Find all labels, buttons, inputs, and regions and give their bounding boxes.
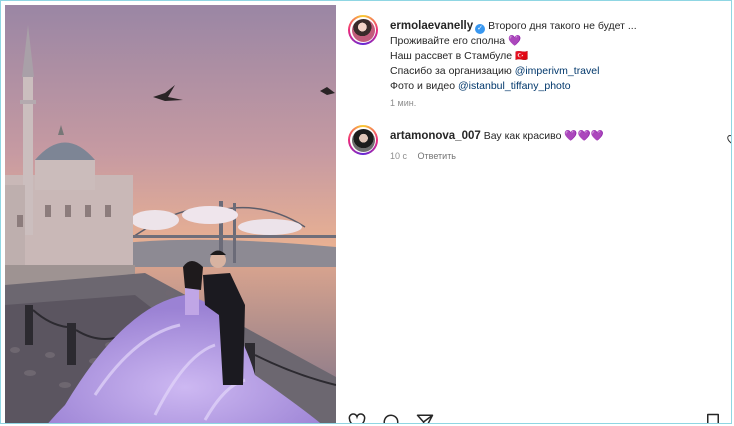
- instagram-post-modal: ermolaevanelly ✓ Второго дня такого не буд…: [0, 0, 732, 424]
- verified-badge-icon: ✓: [475, 24, 486, 34]
- caption-line-2: Проживайте его сполна 💜: [390, 35, 522, 47]
- author-username[interactable]: ermolaevanelly: [390, 20, 473, 32]
- comment-text: Вау как красиво 💜💜💜: [483, 130, 604, 142]
- author-avatar[interactable]: [348, 15, 378, 45]
- comment-like-heart-icon[interactable]: [727, 135, 732, 145]
- post-timestamp[interactable]: 1 мин.: [390, 96, 720, 111]
- commenter-avatar[interactable]: [348, 125, 378, 155]
- comment-timestamp: 10 с: [390, 151, 408, 161]
- heart-outline-icon[interactable]: [348, 413, 366, 424]
- caption-line-4: Спасибо за организацию: [390, 65, 512, 77]
- post-side-panel: ermolaevanelly ✓ Второго дня такого не буд…: [336, 1, 731, 423]
- comment-meta: 10 с Ответить: [390, 151, 456, 161]
- post-caption: ermolaevanelly ✓ Второго дня такого не буд…: [390, 19, 720, 111]
- share-icon[interactable]: [416, 413, 434, 424]
- caption-line-5: Фото и видео: [390, 80, 456, 92]
- caption-line-1: Второго дня такого не будет ...: [488, 20, 637, 32]
- reply-button[interactable]: Ответить: [418, 151, 456, 161]
- post-photo[interactable]: [5, 5, 336, 423]
- mention-link-istanbul-tiffany[interactable]: @istanbul_tiffany_photo: [458, 80, 571, 92]
- bookmark-icon[interactable]: [704, 413, 722, 424]
- commenter-username[interactable]: artamonova_007: [390, 130, 481, 142]
- post-action-bar: [348, 413, 728, 424]
- mention-link-imperivm[interactable]: @imperivm_travel: [515, 65, 600, 77]
- comment-body: artamonova_007 Вау как красиво 💜💜💜: [390, 129, 604, 142]
- wedding-photo-illustration: [5, 5, 336, 423]
- comment-icon[interactable]: [382, 413, 400, 424]
- caption-line-3: Наш рассвет в Стамбуле 🇹🇷: [390, 50, 529, 62]
